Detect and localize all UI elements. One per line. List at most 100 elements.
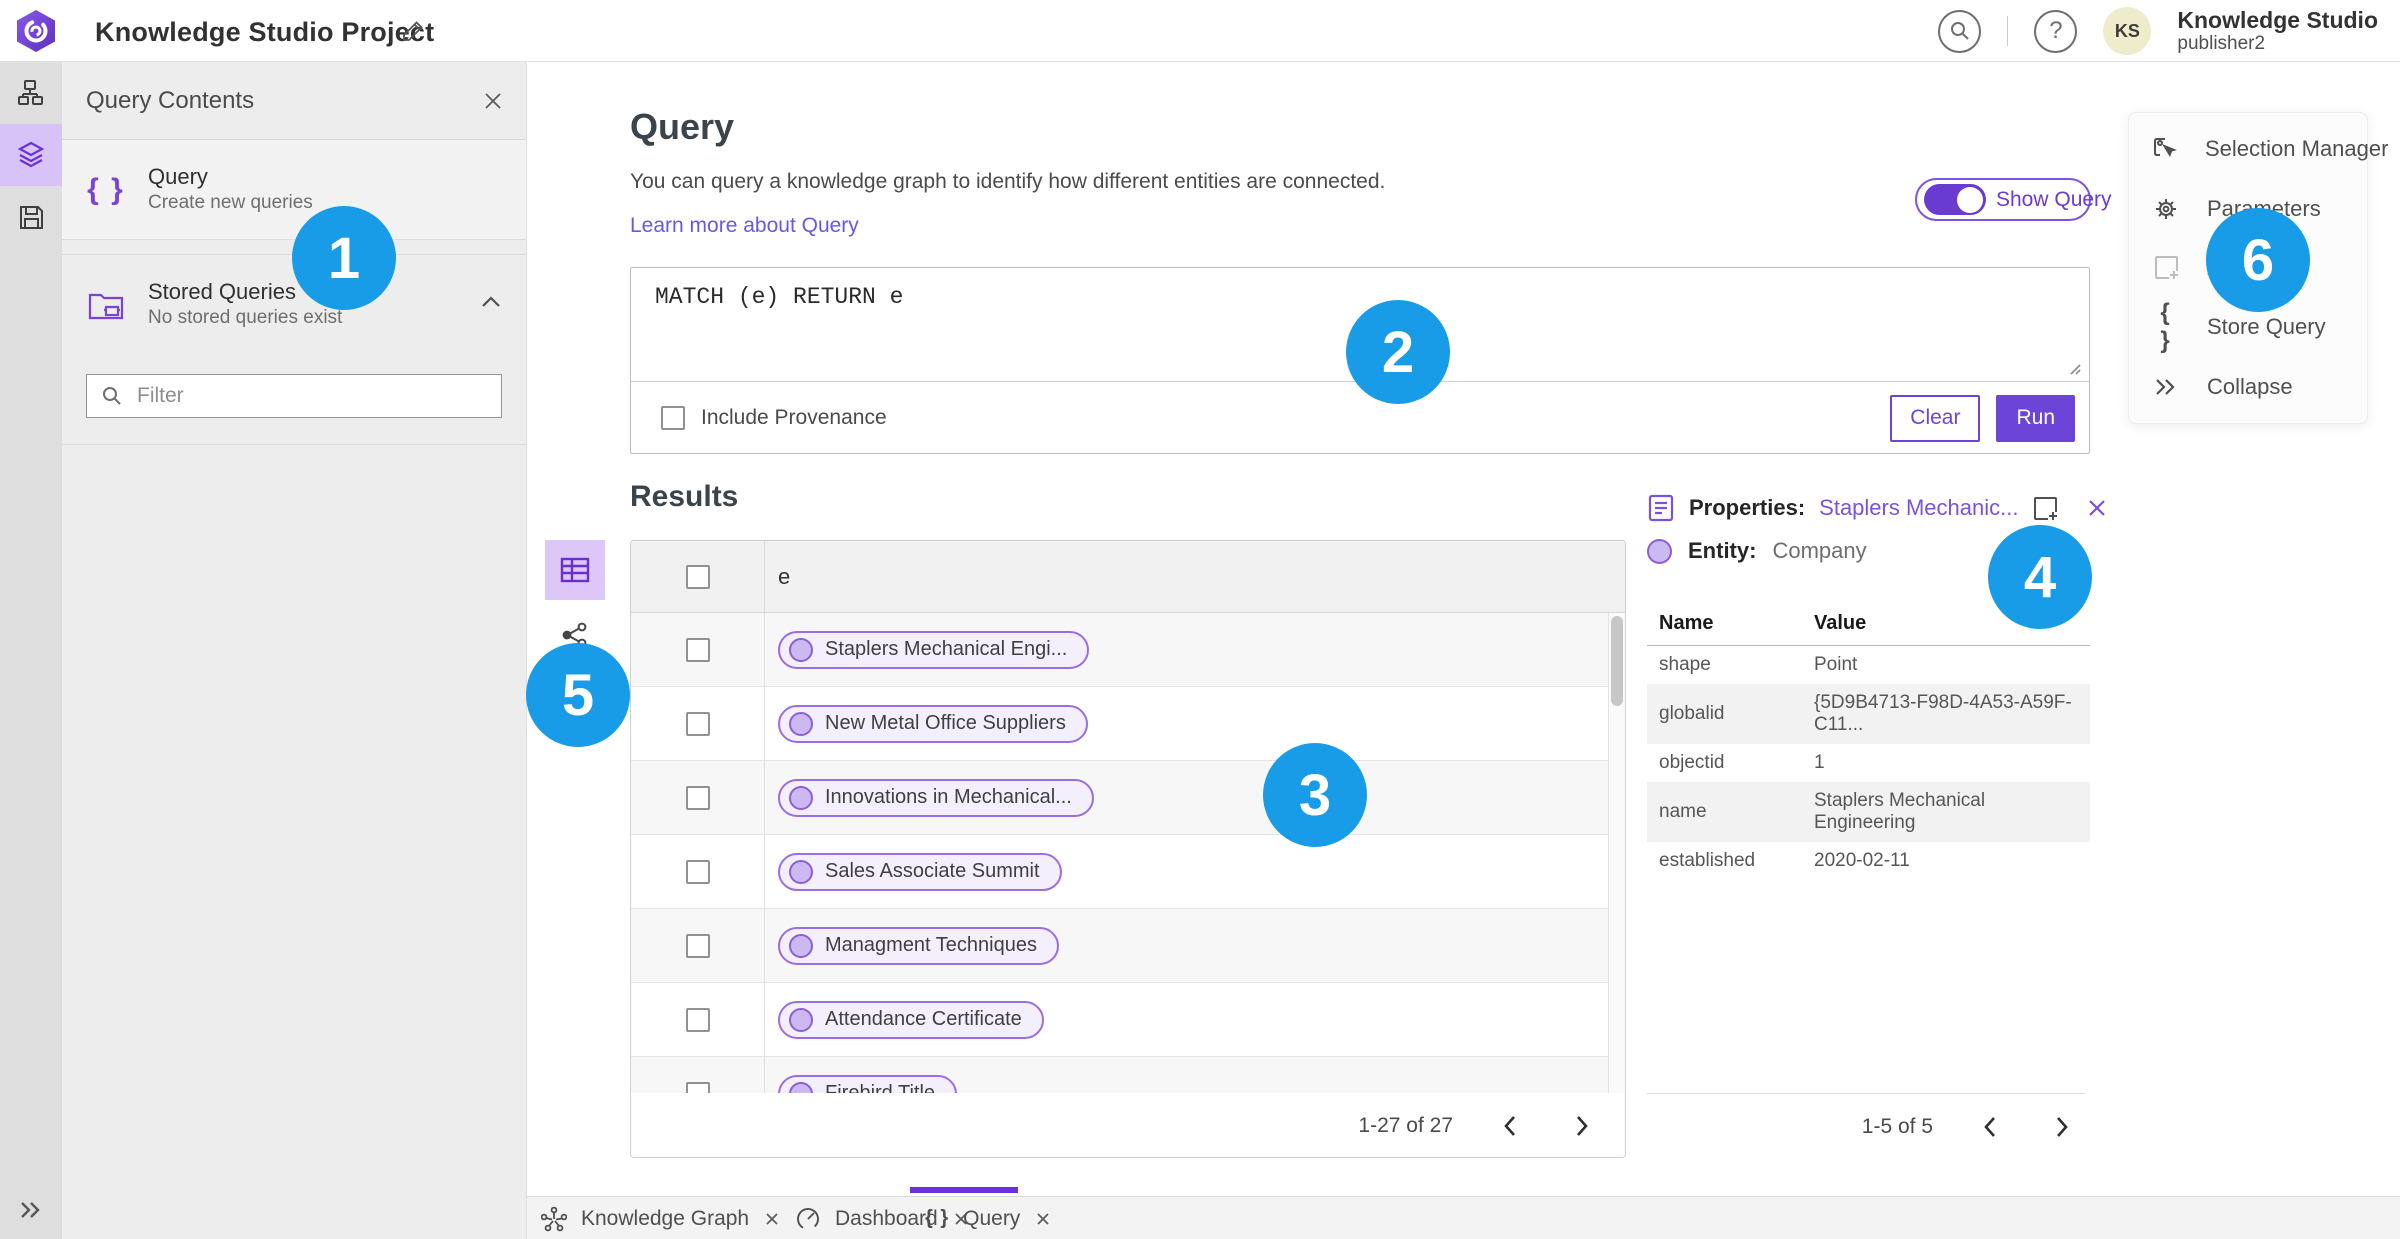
toggle-switch[interactable] — [1924, 184, 1986, 215]
entity-pill[interactable]: Innovations in Mechanical... — [778, 778, 1094, 817]
table-row[interactable]: Attendance Certificate — [631, 983, 1625, 1057]
left-icon-rail — [0, 62, 62, 1239]
tool-label: Collapse — [2207, 373, 2293, 399]
query-editor-footer: Include Provenance Clear Run — [631, 382, 2089, 454]
tab-label: Knowledge Graph — [581, 1206, 750, 1230]
clear-button[interactable]: Clear — [1890, 394, 1981, 442]
edit-title-icon[interactable] — [400, 18, 426, 44]
entity-label: Entity: — [1688, 538, 1757, 563]
entity-pill-label: Managment Techniques — [825, 934, 1037, 956]
tool-label: Selection Manager — [2205, 136, 2389, 162]
user-role: publisher2 — [2177, 33, 2266, 55]
include-provenance-checkbox[interactable] — [661, 406, 685, 430]
property-row[interactable]: name Staplers Mechanical Engineering — [1647, 782, 2090, 842]
query-contents-title: Query Contents — [86, 86, 255, 114]
entity-dot-icon — [789, 711, 813, 736]
entity-pill[interactable]: Sales Associate Summit — [778, 852, 1062, 891]
property-row[interactable]: established 2020-02-11 — [1647, 842, 2090, 880]
tab-label: Query — [963, 1206, 1021, 1230]
bottom-tab-bar: Knowledge Graph Dashboard { } Query — [527, 1196, 2400, 1239]
save-rail-button[interactable] — [0, 186, 62, 248]
entity-pill[interactable]: Staplers Mechanical Engi... — [778, 630, 1090, 669]
row-checkbox[interactable] — [685, 711, 710, 736]
select-all-checkbox[interactable] — [685, 564, 710, 589]
entity-pill[interactable]: Attendance Certificate — [778, 1000, 1044, 1039]
query-contents-item-query[interactable]: { } Query Create new queries — [62, 140, 526, 240]
table-row[interactable]: Managment Techniques — [631, 909, 1625, 983]
entity-pill-label: Attendance Certificate — [825, 1008, 1022, 1030]
user-avatar[interactable]: KS — [2103, 7, 2152, 55]
results-pagination-text: 1-27 of 27 — [1358, 1113, 1453, 1137]
properties-pagination: 1-5 of 5 — [1647, 1093, 2085, 1159]
properties-doc-icon — [1647, 493, 1675, 523]
entity-pill-label: Innovations in Mechanical... — [825, 786, 1072, 808]
next-page-icon[interactable] — [2047, 1112, 2077, 1142]
scrollbar-thumb[interactable] — [1611, 616, 1623, 706]
tab-knowledge-graph[interactable]: Knowledge Graph — [541, 1197, 781, 1239]
property-row[interactable]: objectid 1 — [1647, 744, 2090, 782]
query-rail-button[interactable] — [0, 124, 62, 186]
topbar-right-group: ? KS Knowledge Studio publisher2 — [1938, 0, 2390, 62]
user-menu[interactable]: Knowledge Studio publisher2 — [2177, 7, 2390, 55]
entity-dot-icon — [789, 1007, 813, 1032]
tool-label: Store Query — [2207, 314, 2326, 340]
selection-manager-item[interactable]: Selection Manager — [2129, 120, 2388, 178]
annotation-circle-5: 5 — [526, 643, 630, 747]
help-button[interactable]: ? — [2034, 9, 2078, 53]
row-checkbox[interactable] — [685, 859, 710, 884]
next-page-icon[interactable] — [1567, 1111, 1597, 1141]
table-view-button[interactable] — [545, 540, 605, 600]
run-button[interactable]: Run — [1996, 394, 2075, 442]
search-button[interactable] — [1938, 9, 1982, 53]
include-provenance-option[interactable]: Include Provenance — [661, 406, 887, 430]
close-panel-icon[interactable] — [480, 88, 506, 114]
entity-pill[interactable]: Firebird Title — [778, 1074, 958, 1093]
learn-more-link[interactable]: Learn more about Query — [630, 214, 859, 238]
row-checkbox[interactable] — [685, 1081, 710, 1093]
tab-query-active[interactable]: { } Query — [925, 1197, 1052, 1239]
filter-section — [62, 354, 526, 445]
expand-rail-icon[interactable] — [0, 1199, 62, 1221]
chevron-up-icon[interactable] — [480, 295, 502, 309]
resize-grip-icon[interactable] — [2065, 359, 2081, 375]
row-checkbox[interactable] — [685, 933, 710, 958]
property-row[interactable]: globalid {5D9B4713-F98D-4A53-A59F-C11... — [1647, 684, 2090, 744]
row-checkbox[interactable] — [685, 637, 710, 662]
table-row[interactable]: Staplers Mechanical Engi... — [631, 613, 1625, 687]
previous-page-icon[interactable] — [1975, 1112, 2005, 1142]
previous-page-icon[interactable] — [1495, 1111, 1525, 1141]
annotation-circle-1: 1 — [292, 206, 396, 310]
active-tab-indicator — [910, 1187, 1018, 1193]
user-name: Knowledge Studio — [2177, 6, 2378, 33]
entity-dot-icon — [789, 785, 813, 810]
prop-name: established — [1659, 850, 1756, 871]
row-checkbox[interactable] — [685, 785, 710, 810]
results-rows: Staplers Mechanical Engi... New Metal Of… — [631, 613, 1625, 1093]
dashboard-gauge-icon — [795, 1206, 821, 1232]
results-scrollbar[interactable] — [1608, 613, 1625, 1093]
close-tab-icon[interactable] — [763, 1210, 781, 1228]
property-row[interactable]: shape Point — [1647, 646, 2090, 685]
entity-pill[interactable]: New Metal Office Suppliers — [778, 704, 1088, 743]
filter-input[interactable] — [137, 384, 487, 408]
topbar-divider — [2007, 16, 2009, 46]
schema-rail-button[interactable] — [0, 62, 62, 124]
braces-icon: { } — [925, 1207, 950, 1229]
annotation-circle-6: 6 — [2206, 208, 2310, 312]
table-row[interactable]: Firebird Title — [631, 1057, 1625, 1093]
collapse-item[interactable]: Collapse — [2129, 358, 2367, 416]
results-table-header: e — [631, 541, 1625, 613]
collapse-double-chevron-icon — [2151, 376, 2181, 398]
table-row[interactable]: New Metal Office Suppliers — [631, 687, 1625, 761]
prop-name: globalid — [1659, 703, 1725, 724]
table-row[interactable]: Innovations in Mechanical... — [631, 761, 1625, 835]
close-tab-icon[interactable] — [1034, 1210, 1052, 1228]
table-row[interactable]: Sales Associate Summit — [631, 835, 1625, 909]
add-to-selection-icon[interactable] — [2032, 495, 2059, 522]
results-table-card: e Staplers Mechanical Engi... New Metal … — [630, 540, 1626, 1158]
show-query-toggle[interactable]: Show Query — [1915, 178, 2112, 221]
properties-entity-link[interactable]: Staplers Mechanic... — [1819, 495, 2018, 521]
close-properties-icon[interactable] — [2085, 496, 2109, 520]
entity-pill[interactable]: Managment Techniques — [778, 926, 1059, 965]
row-checkbox[interactable] — [685, 1007, 710, 1032]
